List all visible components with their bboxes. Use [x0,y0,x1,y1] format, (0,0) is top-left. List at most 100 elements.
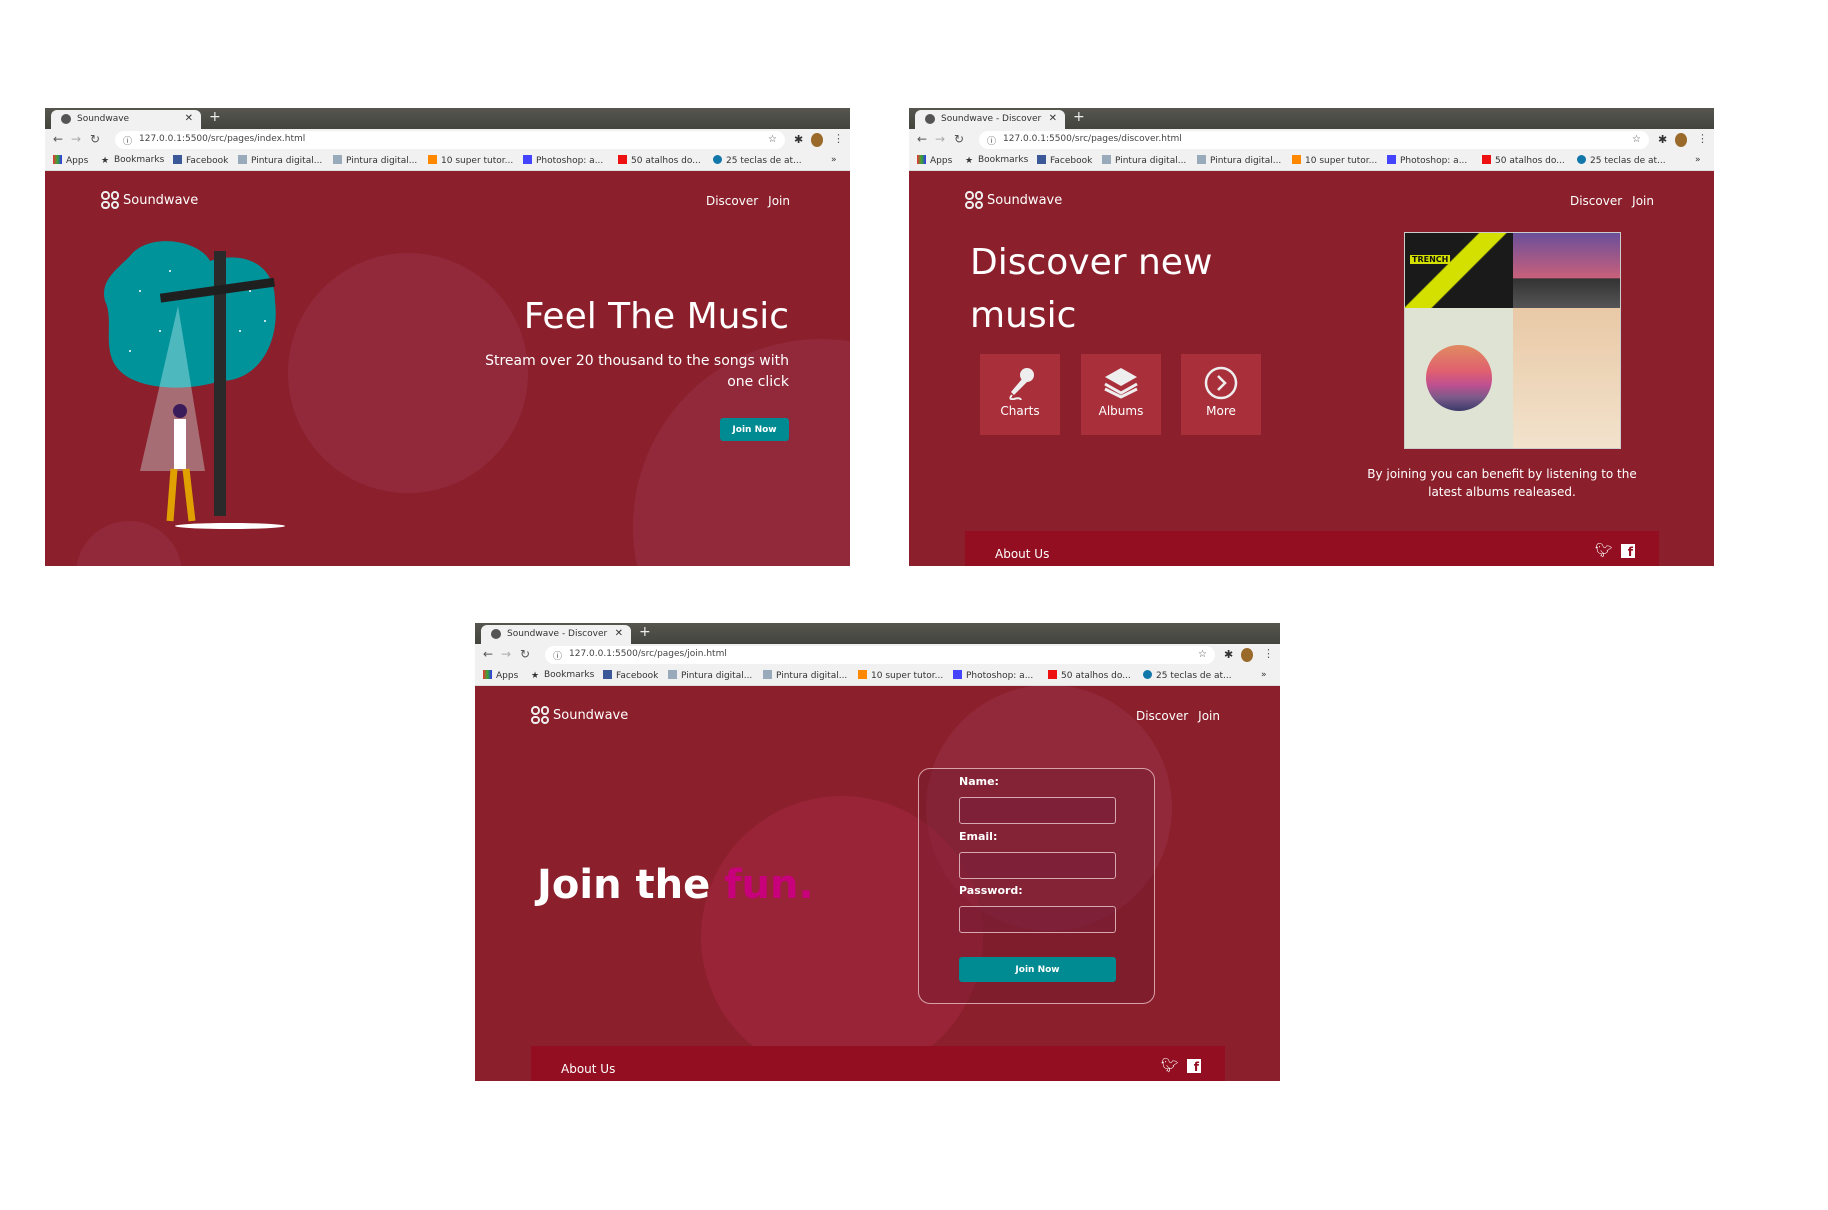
profile-avatar[interactable] [1675,133,1687,147]
bookmark-bookmarks[interactable]: ★ Bookmarks [965,155,1028,166]
home-page: Soundwave Discover Join Feel The Music St… [45,171,850,566]
back-icon[interactable]: ← [917,132,927,146]
bookmark-bookmarks[interactable]: ★ Bookmarks [531,670,594,681]
layers-icon [1081,354,1161,404]
name-input[interactable] [959,797,1116,824]
bookmark-photoshop[interactable]: Photoshop: a... [953,670,1033,681]
bookmark-apps[interactable]: Apps [483,670,518,681]
url-input[interactable]: ⓘ 127.0.0.1:5500/src/pages/join.html ☆ [545,646,1215,664]
profile-avatar[interactable] [811,133,823,147]
bookmark-facebook[interactable]: Facebook [173,155,228,166]
footer: About Us 🐦︎ f [531,1046,1225,1081]
browser-tab[interactable]: Soundwave - Discover ✕ [915,110,1065,129]
extensions-icon[interactable]: ✱ [1658,133,1667,146]
album-cover-portrait[interactable] [1512,307,1620,448]
nav-discover[interactable]: Discover [706,194,758,208]
menu-icon[interactable]: ⋮ [1697,132,1708,145]
bookmark-bookmarks[interactable]: ★ Bookmarks [101,155,164,166]
close-tab-icon[interactable]: ✕ [1049,113,1057,124]
bookmark-photoshop[interactable]: Photoshop: a... [523,155,603,166]
new-tab-button[interactable]: + [1073,109,1085,125]
menu-icon[interactable]: ⋮ [1263,647,1274,660]
email-input[interactable] [959,852,1116,879]
reload-icon[interactable]: ↻ [954,132,964,146]
bookmark-star-icon[interactable]: ☆ [1198,649,1207,660]
album-cover-stripes[interactable] [1405,307,1513,448]
brand-logo[interactable]: Soundwave [101,191,198,209]
close-tab-icon[interactable]: ✕ [185,113,193,124]
profile-avatar[interactable] [1241,648,1253,662]
forward-icon[interactable]: → [71,132,81,146]
nav-join[interactable]: Join [1198,709,1220,723]
bookmark-teclas[interactable]: 25 teclas de at... [1143,670,1232,681]
bookmark-star-icon[interactable]: ☆ [768,134,777,145]
twitter-icon[interactable]: 🐦︎ [1161,1058,1179,1074]
album-cover-trench[interactable]: TRENCH [1405,233,1513,308]
nav-discover[interactable]: Discover [1570,194,1622,208]
bookmark-pintura-2[interactable]: Pintura digital... [333,155,417,166]
browser-window-join: Soundwave - Discover ✕ + ← → ↻ ⓘ 127.0.0.1… [475,623,1280,1081]
new-tab-button[interactable]: + [639,624,651,640]
bookmark-facebook[interactable]: Facebook [603,670,658,681]
bookmark-facebook[interactable]: Facebook [1037,155,1092,166]
menu-icon[interactable]: ⋮ [833,132,844,145]
forward-icon[interactable]: → [501,647,511,661]
feature-more-button[interactable]: More [1181,354,1261,435]
new-tab-button[interactable]: + [209,109,221,125]
forward-icon[interactable]: → [935,132,945,146]
more-bookmarks-icon[interactable]: » [1261,670,1267,680]
more-bookmarks-icon[interactable]: » [831,155,837,165]
back-icon[interactable]: ← [53,132,63,146]
back-icon[interactable]: ← [483,647,493,661]
close-tab-icon[interactable]: ✕ [615,628,623,639]
facebook-icon[interactable]: f [1187,1059,1201,1074]
bookmark-atalhos[interactable]: 50 atalhos do... [618,155,701,166]
page-icon [1197,155,1206,164]
bookmark-star-icon[interactable]: ☆ [1632,134,1641,145]
url-input[interactable]: ⓘ 127.0.0.1:5500/src/pages/discover.html ☆ [979,131,1649,149]
album-cover-sunset[interactable] [1512,233,1620,308]
facebook-icon[interactable]: f [1621,544,1635,559]
join-now-button[interactable]: Join Now [959,957,1116,982]
bookmark-apps[interactable]: Apps [917,155,952,166]
tab-title: Soundwave - Discover [941,114,1042,124]
about-us-link[interactable]: About Us [995,547,1049,561]
feature-charts-button[interactable]: Charts [980,354,1060,435]
bookmark-photoshop[interactable]: Photoshop: a... [1387,155,1467,166]
bookmark-pintura-2[interactable]: Pintura digital... [763,670,847,681]
browser-tab[interactable]: Soundwave - Discover ✕ [481,625,631,644]
brand-logo[interactable]: Soundwave [965,191,1062,209]
brand-logo[interactable]: Soundwave [531,706,628,724]
reload-icon[interactable]: ↻ [520,647,530,661]
browser-tab[interactable]: Soundwave ✕ [51,110,201,129]
bookmark-atalhos[interactable]: 50 atalhos do... [1048,670,1131,681]
nav-join[interactable]: Join [768,194,790,208]
street-lamp-illustration [104,241,285,529]
feature-albums-button[interactable]: Albums [1081,354,1161,435]
bookmark-teclas[interactable]: 25 teclas de at... [1577,155,1666,166]
bookmark-pintura-1[interactable]: Pintura digital... [668,670,752,681]
nav-discover[interactable]: Discover [1136,709,1188,723]
bookmark-tutor[interactable]: 10 super tutor... [858,670,943,681]
extensions-icon[interactable]: ✱ [1224,648,1233,661]
twitter-icon[interactable]: 🐦︎ [1595,543,1613,559]
bookmark-apps[interactable]: Apps [53,155,88,166]
password-input[interactable] [959,906,1116,933]
join-now-button[interactable]: Join Now [720,418,789,441]
page-icon [333,155,342,164]
microphone-icon [980,354,1060,404]
bookmark-pintura-1[interactable]: Pintura digital... [238,155,322,166]
bookmark-pintura-1[interactable]: Pintura digital... [1102,155,1186,166]
extensions-icon[interactable]: ✱ [794,133,803,146]
nav-join[interactable]: Join [1632,194,1654,208]
bookmark-atalhos[interactable]: 50 atalhos do... [1482,155,1565,166]
bookmark-teclas[interactable]: 25 teclas de at... [713,155,802,166]
more-bookmarks-icon[interactable]: » [1695,155,1701,165]
bookmark-pintura-2[interactable]: Pintura digital... [1197,155,1281,166]
bookmark-tutor[interactable]: 10 super tutor... [428,155,513,166]
about-us-link[interactable]: About Us [561,1062,615,1076]
bookmark-tutor[interactable]: 10 super tutor... [1292,155,1377,166]
o-icon [1048,670,1057,679]
reload-icon[interactable]: ↻ [90,132,100,146]
url-input[interactable]: ⓘ 127.0.0.1:5500/src/pages/index.html ☆ [115,131,785,149]
